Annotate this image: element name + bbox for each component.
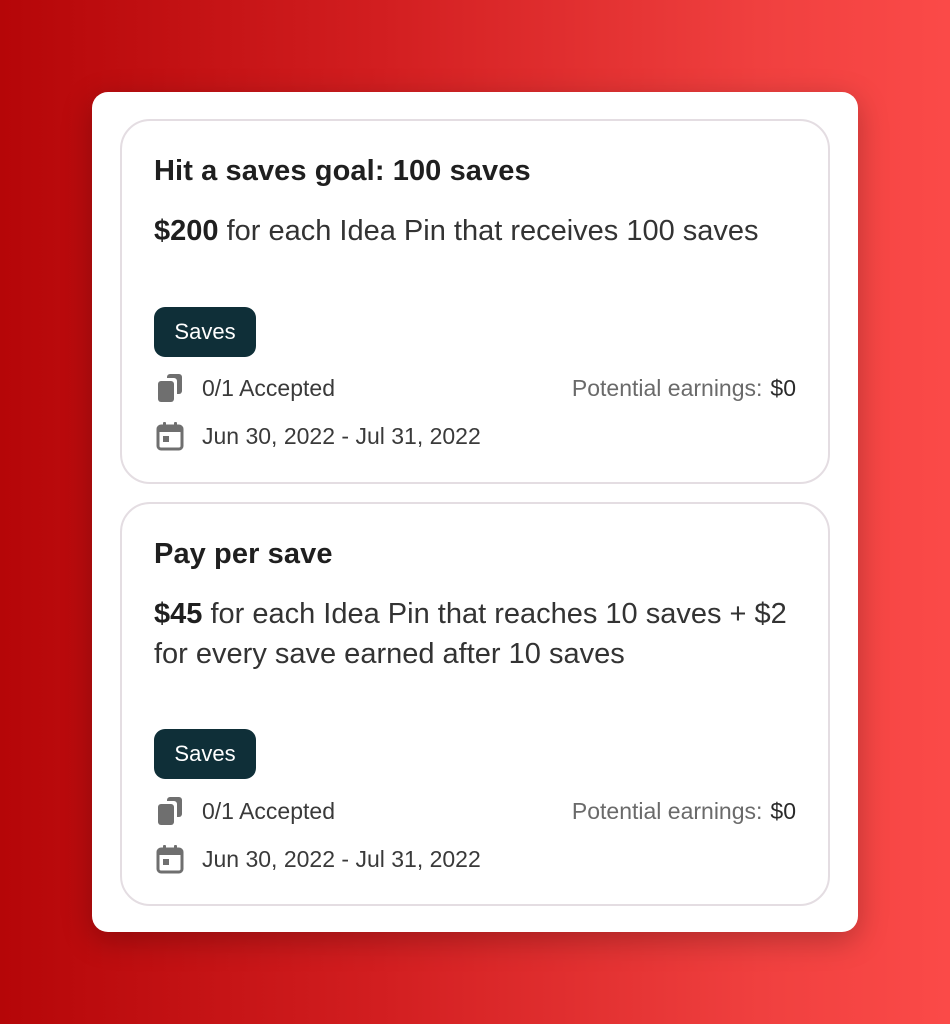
challenge-card-pay-per-save[interactable]: Pay per save $45 for each Idea Pin that … xyxy=(120,502,830,906)
reward-amount: $45 xyxy=(154,598,203,630)
challenge-title: Hit a saves goal: 100 saves xyxy=(154,155,531,187)
date-range: Jun 30, 2022 - Jul 31, 2022 xyxy=(202,845,481,872)
challenge-description: $200 for each Idea Pin that receives 100… xyxy=(154,211,794,251)
challenge-description: $45 for each Idea Pin that reaches 10 sa… xyxy=(154,594,794,674)
calendar-icon xyxy=(156,845,184,874)
date-row: Jun 30, 2022 - Jul 31, 2022 xyxy=(154,842,796,876)
potential-earnings-label: Potential earnings: xyxy=(571,797,763,824)
date-row: Jun 30, 2022 - Jul 31, 2022 xyxy=(154,419,796,453)
saves-tag: Saves xyxy=(154,307,256,357)
potential-earnings-value: $0 xyxy=(770,797,796,824)
potential-earnings-label: Potential earnings: xyxy=(571,374,763,401)
challenge-title: Pay per save xyxy=(154,538,333,570)
reward-amount: $200 xyxy=(154,215,219,247)
stacked-pins-icon xyxy=(158,797,182,825)
stacked-pins-icon xyxy=(158,374,182,402)
reward-description: for each Idea Pin that reaches 10 saves … xyxy=(154,598,787,670)
accepted-count: 0/1 Accepted xyxy=(202,374,335,401)
calendar-icon xyxy=(156,422,184,451)
reward-description: for each Idea Pin that receives 100 save… xyxy=(218,215,759,247)
accepted-row: 0/1 Accepted Potential earnings: $0 xyxy=(154,371,796,405)
date-range: Jun 30, 2022 - Jul 31, 2022 xyxy=(202,422,481,449)
challenges-panel: Hit a saves goal: 100 saves $200 for eac… xyxy=(92,92,858,932)
accepted-count: 0/1 Accepted xyxy=(202,797,335,824)
saves-tag: Saves xyxy=(154,729,256,779)
potential-earnings-value: $0 xyxy=(770,374,796,401)
accepted-row: 0/1 Accepted Potential earnings: $0 xyxy=(154,794,796,828)
challenge-card-saves-goal[interactable]: Hit a saves goal: 100 saves $200 for eac… xyxy=(120,119,830,484)
